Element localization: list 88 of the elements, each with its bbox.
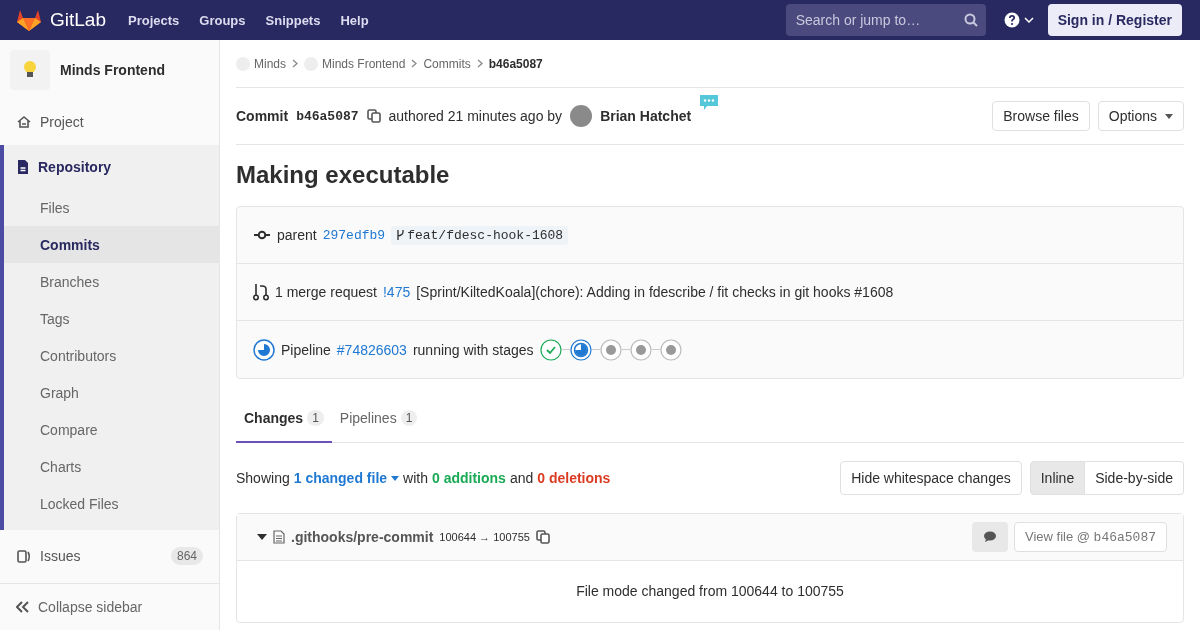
- authored-text: authored 21 minutes ago by: [388, 108, 563, 124]
- additions-count: 0 additions: [431, 470, 506, 486]
- commit-sha: b46a5087: [296, 108, 359, 124]
- sidebar-subitem[interactable]: Tags: [4, 300, 219, 337]
- commit-title: Making executable: [236, 161, 451, 189]
- sidebar-subitem[interactable]: Files: [4, 189, 219, 226]
- help-icon[interactable]: [1003, 12, 1020, 28]
- hide-whitespace-button[interactable]: Hide whitespace changes: [840, 461, 1022, 495]
- sidebar-item[interactable]: Issues 864: [0, 534, 219, 578]
- copy-icon[interactable]: [366, 109, 381, 123]
- collapse-sidebar-link[interactable]: Collapse sidebar: [38, 599, 143, 615]
- sidebar-subitem[interactable]: Branches: [4, 263, 219, 300]
- merge-request-icon: [253, 283, 269, 301]
- running-status-icon[interactable]: [569, 338, 592, 361]
- nav-link[interactable]: Snippets: [265, 12, 321, 28]
- home-icon: [16, 114, 32, 130]
- brand-name[interactable]: GitLab: [50, 9, 106, 31]
- search-field[interactable]: Search or jump to…: [793, 11, 958, 29]
- chevron-right-icon: [411, 59, 418, 68]
- merge-request-label: 1 merge request: [275, 284, 377, 300]
- pipeline-label: Pipeline: [281, 341, 331, 358]
- sidebar-subitem[interactable]: Graph: [4, 374, 219, 411]
- sidebar-item[interactable]: Repository: [4, 145, 219, 189]
- fox-logo-icon[interactable]: [16, 8, 42, 32]
- with-text: with: [403, 470, 428, 486]
- count-badge: 864: [170, 547, 203, 565]
- chevron-down-icon[interactable]: [1023, 17, 1034, 23]
- branch-label[interactable]: feat/fdesc-hook-1608: [391, 225, 569, 245]
- speech-bubble-icon: [983, 531, 997, 543]
- caret-icon[interactable]: [257, 532, 267, 542]
- author-name[interactable]: Brian Hatchet: [600, 108, 692, 124]
- created-status-icon[interactable]: [629, 338, 652, 361]
- branch-icon: [396, 229, 406, 241]
- avatar[interactable]: [570, 105, 593, 127]
- changed-files-dropdown[interactable]: 1 changed file: [293, 470, 388, 486]
- created-status-icon[interactable]: [599, 338, 622, 361]
- commit-icon: [253, 230, 271, 240]
- sidebar-subitem[interactable]: Compare: [4, 411, 219, 448]
- lightbulb-icon: [23, 60, 37, 80]
- nav-link[interactable]: Projects: [128, 12, 180, 28]
- parent-sha-link[interactable]: 297edfb9: [322, 227, 386, 243]
- sidebar-subitem[interactable]: Contributors: [4, 337, 219, 374]
- document-icon: [16, 159, 30, 175]
- file-mode-text: 100644 → 100755: [439, 531, 530, 543]
- deletions-count: 0 deletions: [537, 470, 611, 486]
- browse-files-button[interactable]: Browse files: [992, 101, 1090, 131]
- sidebar-subitem[interactable]: Locked Files: [4, 485, 219, 522]
- nav-link[interactable]: Groups: [199, 12, 246, 28]
- merge-request-title: [Sprint/KiltedKoala](chore): Adding in fdescribe / fit checks in git hooks #1608: [416, 284, 894, 300]
- breadcrumb-link[interactable]: b46a5087: [488, 56, 543, 71]
- project-name[interactable]: Minds Frontend: [60, 62, 165, 78]
- search-bar[interactable]: Search or jump to…: [785, 4, 986, 36]
- breadcrumb-link[interactable]: Minds: [254, 56, 286, 71]
- copy-icon[interactable]: [535, 530, 550, 544]
- options-dropdown[interactable]: Options: [1097, 101, 1184, 131]
- chevron-right-icon: [292, 59, 298, 68]
- merge-request-link[interactable]: !475: [382, 284, 411, 300]
- comment-button[interactable]: [972, 522, 1008, 552]
- sidebar-item[interactable]: Project: [0, 100, 219, 144]
- pipeline-status-text: running with stages: [412, 341, 534, 358]
- parent-label: parent: [277, 227, 317, 243]
- showing-text: Showing: [236, 470, 290, 486]
- chat-bubble-icon: [699, 94, 720, 112]
- view-mode-button[interactable]: Inline: [1029, 461, 1086, 495]
- file-mode-message: File mode changed from 100644 to 100755: [575, 582, 845, 601]
- running-status-icon: [253, 338, 275, 361]
- breadcrumb-link[interactable]: Minds Frontend: [322, 56, 406, 71]
- view-mode-button[interactable]: Side-by-side: [1085, 461, 1184, 495]
- nav-link[interactable]: Help: [340, 12, 369, 28]
- pipeline-link[interactable]: #74826603: [336, 341, 407, 358]
- file-icon: [273, 530, 285, 544]
- chevron-right-icon: [476, 59, 483, 68]
- created-status-icon[interactable]: [659, 338, 682, 361]
- success-status-icon[interactable]: [539, 338, 562, 361]
- caret-icon: [1165, 113, 1173, 119]
- breadcrumb-link[interactable]: Commits: [423, 56, 471, 71]
- search-icon[interactable]: [963, 13, 978, 27]
- issues-icon: [16, 548, 32, 564]
- double-chevron-left-icon[interactable]: [16, 601, 30, 613]
- tab[interactable]: Changes 1: [236, 395, 332, 443]
- commit-label: Commit: [236, 108, 289, 124]
- and-text: and: [509, 470, 534, 486]
- tab[interactable]: Pipelines 1: [331, 395, 426, 443]
- sidebar-subitem[interactable]: Charts: [4, 448, 219, 485]
- view-file-button[interactable]: View file @ b46a5087: [1014, 522, 1167, 552]
- sign-in-button[interactable]: Sign in / Register: [1047, 4, 1182, 36]
- file-path-link[interactable]: .githooks/pre-commit: [291, 529, 434, 545]
- sidebar-subitem[interactable]: Commits: [4, 226, 219, 263]
